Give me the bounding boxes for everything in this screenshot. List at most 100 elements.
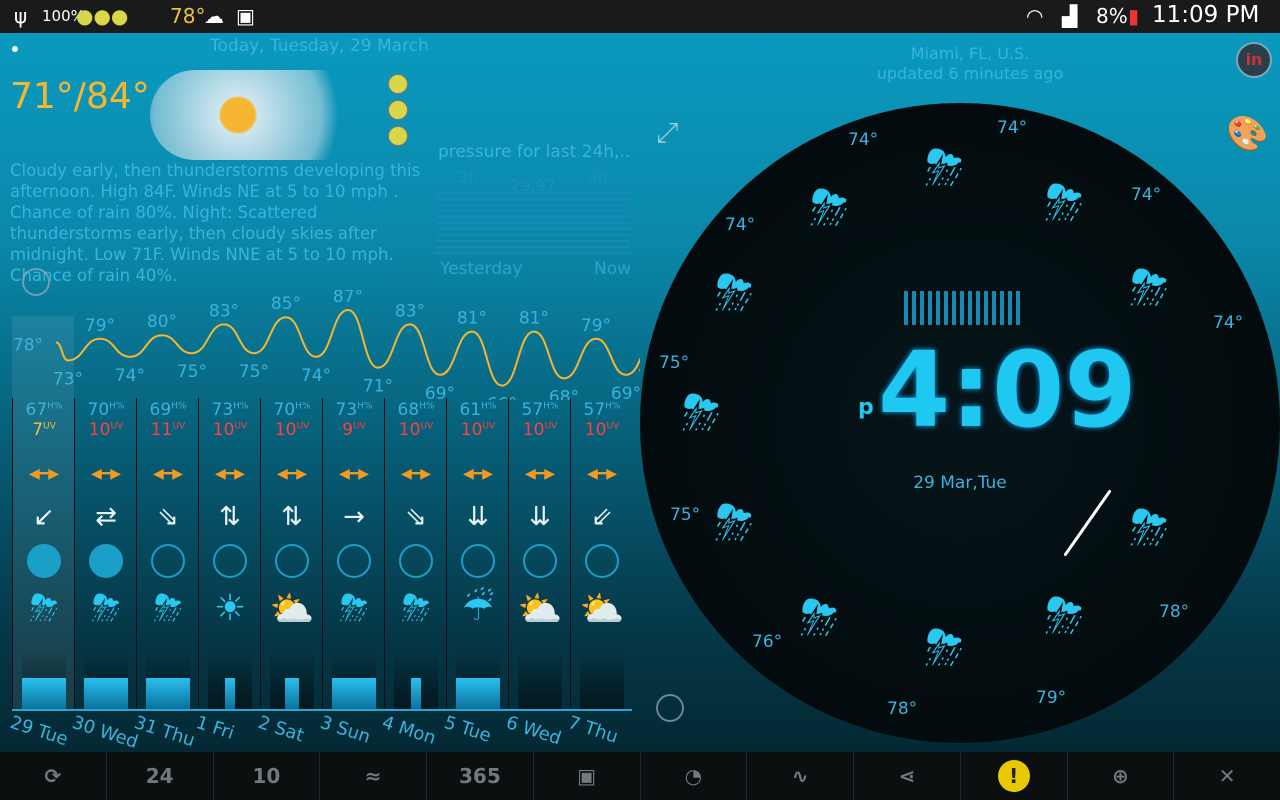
humidity: 70H% (87, 400, 125, 420)
weather-icon: ⛅ (269, 589, 315, 630)
hourly-weather-icon: ⛈ (715, 265, 754, 321)
day-label: 6 Wed (503, 712, 564, 750)
weather-badge-icon: ●●● (76, 4, 129, 28)
wind-direction-icon: ⇘ (405, 502, 427, 532)
clock-hand (1063, 489, 1112, 557)
info-button[interactable]: in (1236, 42, 1272, 78)
pressure-value: 30 (587, 168, 609, 187)
day-column[interactable]: 57H% 10UV ◀━▶ ⇊ ⛅ (508, 398, 570, 710)
today-date: Today, Tuesday, 29 March (210, 36, 429, 56)
precip-bg (579, 650, 624, 710)
moon-phase-icon (585, 544, 619, 578)
start-temp-label: 78° (13, 335, 43, 355)
status-bar: ψ 100% ●●● 78° ☁ ▣ ◠ ▟ 8% ▮ 11:09 PM (0, 0, 1280, 33)
moon-phase-icon (89, 544, 123, 578)
wind-direction-icon: ⇅ (281, 502, 303, 532)
high-temp-label: 80° (147, 312, 177, 332)
day-column[interactable]: 68H% 10UV ◀━▶ ⇘ ⛈ (384, 398, 446, 710)
day-label: 5 Tue (441, 712, 494, 747)
weather-icon: ⛈ (153, 588, 183, 629)
uv-index: 10UV (88, 420, 124, 440)
day-label: 31 Thu (131, 712, 198, 752)
map-button[interactable]: ▣ (534, 752, 641, 800)
clock-time: 11:09 PM (1152, 2, 1260, 28)
wind-speed-icon: ◀━▶ (215, 466, 245, 482)
compass-button[interactable]: ⊕ (1068, 752, 1175, 800)
clock-widget[interactable]: p 4:09 29 Mar,Tue 74° 74° 74° 74° 75° 74° 75° 7… (640, 103, 1280, 743)
yearly-365-button[interactable]: 365 (427, 752, 534, 800)
wind-speed-icon: ◀━▶ (153, 466, 183, 482)
pressure-title: pressure for last 24h,.. (438, 142, 631, 162)
precip-bar (284, 678, 299, 710)
hourly-temp: 78° (1159, 602, 1190, 622)
hourly-weather-icon: ⛈ (800, 590, 839, 646)
day-column[interactable]: 57H% 10UV ◀━▶ ⇙ ⛅ (570, 398, 632, 710)
hourly-temp: 74° (1213, 313, 1244, 333)
moon-phase-icon (399, 544, 433, 578)
location[interactable]: Miami, FL, U.S. (840, 44, 1100, 63)
precip-bar (410, 678, 421, 710)
wind-speed-icon: ◀━▶ (91, 466, 121, 482)
hourly-weather-icon: ⛈ (682, 385, 721, 441)
day-column[interactable]: 69H% 11UV ◀━▶ ⇘ ⛈ (136, 398, 198, 710)
moon-phase-icon (275, 544, 309, 578)
day-label: 3 Sun (317, 712, 373, 748)
wind-direction-icon: ⇙ (591, 502, 613, 532)
humidity: 57H% (521, 400, 559, 420)
uv-index: 10UV (212, 420, 248, 440)
alert-badge-icon (388, 100, 408, 120)
refresh-button[interactable]: ⟳ (0, 752, 107, 800)
day-label: 2 Sat (255, 712, 307, 747)
alarm-icon[interactable] (656, 694, 684, 722)
wind-speed-icon: ◀━▶ (463, 466, 493, 482)
bottom-toolbar: ⟳ 24 10 ≈ 365 ▣ ◔ ∿ ⋖ ! ⊕ ✕ (0, 752, 1280, 800)
day-label: 29 Tue (7, 712, 71, 751)
day-label: 4 Mon (379, 712, 439, 750)
alert-badge-icon (388, 126, 408, 146)
day-label: 7 Thu (565, 712, 621, 748)
precip-bg (517, 650, 562, 710)
low-temp-label: 73° (53, 369, 83, 389)
alert-icon: ! (997, 760, 1030, 792)
uv-index: 10UV (460, 420, 496, 440)
palette-icon[interactable]: 🎨 (1226, 114, 1268, 154)
temperature-chart: 78° 79° 73° 80° 74° 83° 75° 85° 75° 87° 74° 83° 71° 8… (13, 290, 640, 400)
high-temp-label: 81° (457, 309, 487, 329)
high-temp-label: 85° (271, 294, 301, 314)
high-temp-label: 79° (85, 316, 115, 336)
daily-10-button[interactable]: 10 (214, 752, 321, 800)
fullscreen-icon[interactable]: ⤢ (656, 116, 678, 150)
day-column[interactable]: 67H% 7UV ◀━▶ ↙ ⛈ (12, 398, 74, 710)
moon-phase-icon (523, 544, 557, 578)
tools-button[interactable]: ✕ (1174, 752, 1280, 800)
hourly-24-button[interactable]: 24 (107, 752, 214, 800)
waves-button[interactable]: ≈ (320, 752, 427, 800)
day-column[interactable]: 61H% 10UV ◀━▶ ⇊ ☔ (446, 398, 508, 710)
signal-icon: ▟ (1062, 4, 1078, 28)
wind-direction-icon: ⇘ (157, 502, 179, 532)
uv-index: 11UV (150, 420, 186, 440)
weather-icon: ⛅ (579, 589, 625, 630)
wind-direction-icon: ↙ (33, 502, 55, 532)
pressure-bars (436, 192, 630, 258)
day-column[interactable]: 70H% 10UV ◀━▶ ⇄ ⛈ (74, 398, 136, 710)
share-button[interactable]: ⋖ (854, 752, 961, 800)
pulse-button[interactable]: ∿ (747, 752, 854, 800)
hourly-temp: 75° (659, 353, 690, 373)
forecast-description: Cloudy early, then thunderstorms develop… (10, 161, 421, 285)
day-column[interactable]: 73H% 10UV ◀━▶ ⇅ ☀ (198, 398, 260, 710)
humidity: 67H% (25, 400, 63, 420)
hourly-weather-icon: ⛈ (715, 495, 754, 551)
precip-bar (455, 678, 500, 710)
battery-icon: ▮ (1128, 4, 1140, 28)
day-column[interactable]: 70H% 10UV ◀━▶ ⇅ ⛅ (260, 398, 322, 710)
rss-button[interactable]: ◔ (641, 752, 748, 800)
alert-button[interactable]: ! (961, 752, 1068, 800)
hourly-weather-icon: ⛈ (925, 140, 964, 196)
alert-badge-icon (388, 74, 408, 94)
pressure-chart: 30 29.97 30 (436, 168, 630, 260)
moon-phase-icon (337, 544, 371, 578)
day-column[interactable]: 73H% 9UV ◀━▶ → ⛈ (322, 398, 384, 710)
hourly-temp: 78° (887, 699, 918, 719)
high-temp-label: 81° (519, 309, 549, 329)
